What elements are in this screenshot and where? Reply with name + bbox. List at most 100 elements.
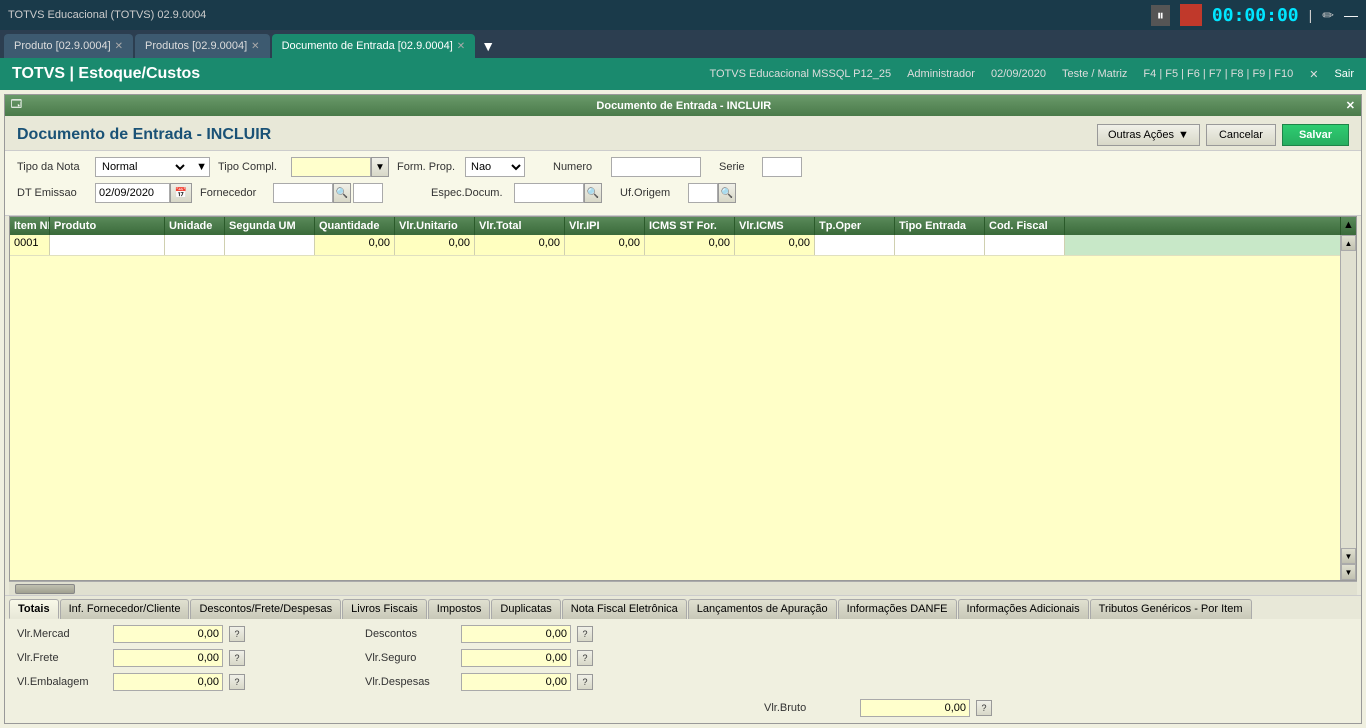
totals-row-despesas: Vlr.Despesas ? xyxy=(365,673,593,691)
tab-documento-entrada[interactable]: Documento de Entrada [02.9.0004] ✕ xyxy=(272,34,476,58)
outras-acoes-button[interactable]: Outras Ações ▼ xyxy=(1097,124,1200,146)
tab-produtos[interactable]: Produtos [02.9.0004] ✕ xyxy=(135,34,270,58)
numero-input[interactable] xyxy=(611,157,701,177)
espec-docum-search-button[interactable]: 🔍 xyxy=(584,183,602,203)
vl-embalagem-help[interactable]: ? xyxy=(229,674,245,690)
tab-totais[interactable]: Totais xyxy=(9,599,59,619)
tab-produto-close[interactable]: ✕ xyxy=(115,41,123,52)
scroll-down-button-2[interactable]: ▼ xyxy=(1341,564,1356,580)
fornecedor-label: Fornecedor xyxy=(200,187,265,199)
minimize-button[interactable]: — xyxy=(1344,7,1358,23)
tab-info-adicionais[interactable]: Informações Adicionais xyxy=(958,599,1089,619)
form-prop-select[interactable]: Nao xyxy=(465,157,525,177)
tipo-compl-input[interactable] xyxy=(291,157,371,177)
tab-produtos-label: Produtos [02.9.0004] xyxy=(145,40,247,52)
tipo-compl-dropdown[interactable]: ▼ xyxy=(371,157,389,177)
tab-duplicatas[interactable]: Duplicatas xyxy=(491,599,560,619)
edit-icon-button[interactable]: ✏ xyxy=(1322,7,1334,24)
tipo-nota-select[interactable]: Normal xyxy=(98,160,188,174)
col-header-segunda: Segunda UM xyxy=(225,217,315,235)
uf-origem-search-button[interactable]: 🔍 xyxy=(718,183,736,203)
scroll-down-button-1[interactable]: ▼ xyxy=(1341,548,1356,564)
form-fields: Tipo da Nota Normal ▼ Tipo Compl. ▼ Form… xyxy=(5,150,1361,216)
totals-row-seguro: Vlr.Seguro ? xyxy=(365,649,593,667)
col-header-icms-st: ICMS ST For. xyxy=(645,217,735,235)
header-branch: Teste / Matriz xyxy=(1062,68,1127,80)
sair-button[interactable]: Sair xyxy=(1334,68,1354,80)
inner-window: 🗔 Documento de Entrada - INCLUIR ✕ Docum… xyxy=(4,94,1362,724)
uf-origem-input[interactable] xyxy=(688,183,718,203)
table-row[interactable]: 0001 0,00 0,00 0,00 0,00 0,00 0,00 xyxy=(10,235,1340,256)
scroll-up-button[interactable]: ▲ xyxy=(1341,235,1356,251)
serie-input[interactable] xyxy=(762,157,802,177)
tab-impostos[interactable]: Impostos xyxy=(428,599,491,619)
vlr-seguro-input[interactable] xyxy=(461,649,571,667)
vlr-despesas-label: Vlr.Despesas xyxy=(365,676,455,688)
pause-button[interactable]: ⏸ xyxy=(1151,5,1170,26)
header-close-icon: ✕ xyxy=(1309,68,1318,81)
fornecedor-input[interactable] xyxy=(273,183,333,203)
tab-info-danfe[interactable]: Informações DANFE xyxy=(838,599,957,619)
tab-produto[interactable]: Produto [02.9.0004] ✕ xyxy=(4,34,133,58)
form-title-text: Documento de Entrada - INCLUIR xyxy=(17,126,271,144)
vl-embalagem-input[interactable] xyxy=(113,673,223,691)
grid-header-row: Item NF Produto Unidade Segunda UM Quant… xyxy=(10,217,1340,235)
descontos-help[interactable]: ? xyxy=(577,626,593,642)
tab-documento-close[interactable]: ✕ xyxy=(457,41,465,52)
cancelar-button[interactable]: Cancelar xyxy=(1206,124,1276,146)
grid-body[interactable]: 0001 0,00 0,00 0,00 0,00 0,00 0,00 xyxy=(10,235,1340,580)
dt-emissao-label: DT Emissao xyxy=(17,187,87,199)
tab-inf-fornecedor[interactable]: Inf. Fornecedor/Cliente xyxy=(60,599,190,619)
vlr-frete-help[interactable]: ? xyxy=(229,650,245,666)
vlr-frete-input[interactable] xyxy=(113,649,223,667)
cell-vlr-unit: 0,00 xyxy=(395,235,475,255)
fornecedor-search-button[interactable]: 🔍 xyxy=(333,183,351,203)
vlr-bruto-label: Vlr.Bruto xyxy=(764,702,854,714)
col-header-tipo-entrada: Tipo Entrada xyxy=(895,217,985,235)
totals-bruto-row: Vlr.Bruto ? xyxy=(5,697,1361,723)
espec-docum-input[interactable] xyxy=(514,183,584,203)
salvar-button[interactable]: Salvar xyxy=(1282,124,1349,146)
cell-produto[interactable] xyxy=(50,235,165,255)
inner-window-close-button[interactable]: ✕ xyxy=(1346,99,1355,112)
vlr-despesas-help[interactable]: ? xyxy=(577,674,593,690)
col-header-produto: Produto xyxy=(50,217,165,235)
grid-scrollbar-right[interactable]: ▲ ▼ ▼ xyxy=(1340,235,1356,580)
cell-unidade xyxy=(165,235,225,255)
vlr-bruto-help[interactable]: ? xyxy=(976,700,992,716)
tab-tributos[interactable]: Tributos Genéricos - Por Item xyxy=(1090,599,1252,619)
stop-button[interactable] xyxy=(1180,4,1202,26)
form-prop-wrapper: Nao ▼ xyxy=(465,157,525,177)
tab-descontos[interactable]: Descontos/Frete/Despesas xyxy=(190,599,341,619)
header-system: TOTVS Educacional MSSQL P12_25 xyxy=(709,68,891,80)
totals-section: Vlr.Mercad ? Vlr.Frete ? Vl.Embalagem ? xyxy=(5,619,1361,697)
cell-tipo-entrada xyxy=(895,235,985,255)
vlr-despesas-input[interactable] xyxy=(461,673,571,691)
tab-livros-fiscais[interactable]: Livros Fiscais xyxy=(342,599,427,619)
top-bar: TOTVS Educacional (TOTVS) 02.9.0004 ⏸ 00… xyxy=(0,0,1366,30)
vlr-mercad-input[interactable] xyxy=(113,625,223,643)
scroll-track xyxy=(1341,251,1356,548)
tipo-nota-select-wrapper[interactable]: Normal ▼ xyxy=(95,157,210,177)
h-scroll-thumb[interactable] xyxy=(15,584,75,594)
vlr-seguro-help[interactable]: ? xyxy=(577,650,593,666)
vlr-bruto-input[interactable] xyxy=(860,699,970,717)
tabs-scroll-arrow[interactable]: ▼ xyxy=(477,34,499,58)
calendar-button[interactable]: 📅 xyxy=(170,183,192,203)
col-header-tp-oper: Tp.Oper xyxy=(815,217,895,235)
horizontal-scrollbar[interactable] xyxy=(9,581,1357,595)
tab-documento-label: Documento de Entrada [02.9.0004] xyxy=(282,40,453,52)
vlr-frete-label: Vlr.Frete xyxy=(17,652,107,664)
app-title: TOTVS Educacional (TOTVS) 02.9.0004 xyxy=(8,9,206,21)
tab-produto-label: Produto [02.9.0004] xyxy=(14,40,111,52)
main-content: 🗔 Documento de Entrada - INCLUIR ✕ Docum… xyxy=(0,90,1366,728)
tab-produtos-close[interactable]: ✕ xyxy=(251,41,259,52)
tab-lancamentos[interactable]: Lançamentos de Apuração xyxy=(688,599,837,619)
dt-emissao-input[interactable] xyxy=(95,183,170,203)
grid-scroll-up-header[interactable]: ▲ xyxy=(1341,217,1356,233)
vlr-mercad-help[interactable]: ? xyxy=(229,626,245,642)
numero-label: Numero xyxy=(553,161,603,173)
fornecedor-extra-input[interactable] xyxy=(353,183,383,203)
tab-nota-fiscal[interactable]: Nota Fiscal Eletrônica xyxy=(562,599,687,619)
descontos-input[interactable] xyxy=(461,625,571,643)
